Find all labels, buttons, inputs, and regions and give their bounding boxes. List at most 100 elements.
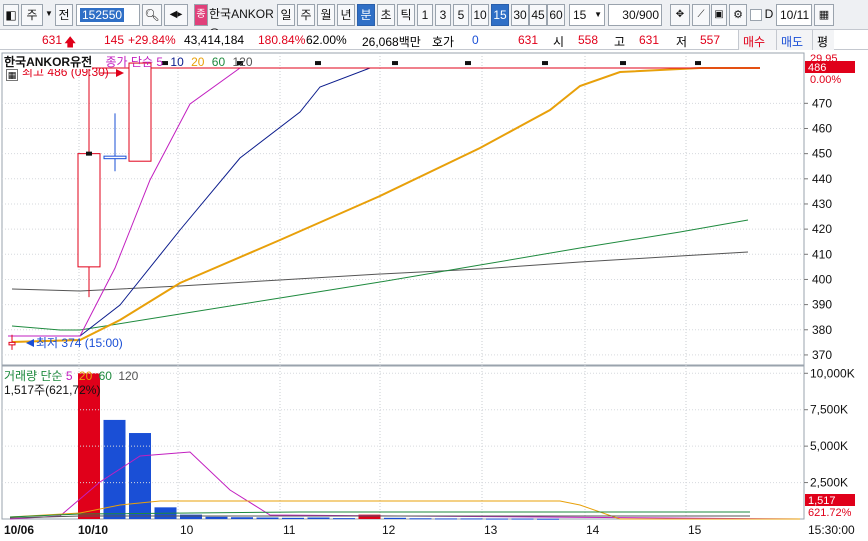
candle-close-marker — [86, 151, 92, 156]
stock-code-input[interactable]: 152550 — [76, 4, 140, 26]
interval-tab-year-label: 년 — [340, 8, 352, 22]
price-tick-label: 430 — [812, 197, 832, 211]
panel-toggle-icon[interactable]: ◧ — [3, 4, 19, 26]
count-max: /900 — [635, 8, 659, 22]
minute-button-1[interactable]: 1 — [417, 4, 433, 26]
minute-button-15-label: 15 — [493, 8, 507, 22]
price-change: 145 — [104, 33, 125, 47]
volume-bar — [511, 518, 534, 520]
candle-body — [8, 341, 16, 346]
grid-toggle-icon[interactable]: ▦ — [6, 69, 18, 81]
d-checkbox[interactable] — [750, 9, 762, 21]
candle-body — [695, 61, 701, 66]
date-input[interactable]: 10/11 — [776, 4, 812, 26]
volume-bar — [384, 517, 406, 519]
count-input[interactable]: 30/900 — [608, 4, 662, 26]
interval-tab-second[interactable]: 초 — [377, 4, 395, 26]
x-axis-labels: 10/06 10/10 10 11 12 13 14 15 — [4, 523, 702, 537]
price-legend-ma60: 60 — [211, 55, 226, 69]
interval-tab-month-label: 월 — [320, 8, 332, 22]
period-tab-week-label: 주 — [26, 8, 38, 22]
minute-button-10[interactable]: 10 — [471, 4, 489, 26]
volume-bar — [435, 518, 457, 520]
volume-tick-label: 10,000K — [810, 366, 855, 380]
minute-button-5[interactable]: 5 — [453, 4, 469, 26]
price-tick-label: 440 — [812, 172, 832, 186]
calendar-icon[interactable]: ▦ — [814, 4, 834, 26]
price-change-pct: +29.84% — [128, 33, 176, 47]
hoga-value: 0 — [472, 33, 479, 47]
interval-tab-second-label: 초 — [380, 8, 392, 22]
x-axis-label: 10/10 — [78, 523, 108, 537]
price-info-bar: 631 🡅 145 +29.84% 43,414,184 180.84% 62.… — [0, 30, 868, 50]
interval-tab-day[interactable]: 일 — [277, 4, 295, 26]
x-axis-label: 14 — [586, 523, 600, 537]
stock-name: 한국ANKOR유 — [209, 4, 275, 41]
volume-tick-label: 7,500K — [810, 403, 848, 417]
price-legend: 한국ANKOR유전 종가 단순 5 10 20 60 120 — [4, 53, 253, 70]
minute-button-60[interactable]: 60 — [547, 4, 565, 26]
interval-tab-year[interactable]: 년 — [337, 4, 355, 26]
right-pct: 0.00% — [810, 74, 841, 86]
minute-button-3[interactable]: 3 — [435, 4, 451, 26]
price-tick-label: 460 — [812, 121, 832, 135]
volume-tick-label: 5,000K — [810, 439, 848, 453]
avg-button[interactable]: 평 — [812, 30, 834, 50]
candle-body — [128, 62, 152, 162]
candle-body — [315, 61, 321, 66]
price-legend-name: 종가 단순 — [105, 55, 154, 69]
crosshair-icon[interactable]: ✥ — [670, 4, 690, 26]
x-axis-label: 13 — [484, 523, 498, 537]
price-tick-label: 390 — [812, 298, 832, 312]
interval-tab-minute-label: 분 — [360, 8, 372, 22]
stock-badge-icon: 종 — [194, 4, 208, 26]
minute-button-15[interactable]: 15 — [491, 4, 509, 26]
interval-tab-week[interactable]: 주 — [297, 4, 315, 26]
candle-body — [465, 61, 471, 66]
dropdown-arrow-icon[interactable]: ▼ — [45, 4, 53, 26]
minute-button-30[interactable]: 30 — [511, 4, 529, 26]
interval-tab-tick[interactable]: 틱 — [397, 4, 415, 26]
volume-badge-text: 1,517 — [808, 495, 836, 507]
hoga-label: 호가 — [432, 35, 455, 49]
volume-bar — [460, 518, 483, 520]
period-tab-week[interactable]: 주 — [21, 4, 43, 26]
date-value: 10/11 — [780, 8, 810, 22]
minute-button-5-label: 5 — [457, 8, 465, 22]
trade-amount: 26,068백만 — [362, 35, 421, 49]
volume-bar — [256, 517, 279, 519]
chart-area[interactable]: 470 460 450 440 430 420 410 400 390 380 370 10,000… — [0, 51, 868, 541]
x-axis-time: 15:30:00 — [808, 523, 855, 537]
chart-canvas[interactable]: 470 460 450 440 430 420 410 400 390 380 370 10,000… — [0, 51, 868, 541]
save-icon[interactable]: ▣ — [711, 4, 727, 26]
price-tick-label: 380 — [812, 323, 832, 337]
high-label: 고 — [614, 35, 626, 49]
price-legend-ma10: 10 — [170, 55, 184, 69]
d-label-text: D — [764, 7, 774, 21]
minute-button-45[interactable]: 45 — [529, 4, 547, 26]
sell-button[interactable]: 매도 — [776, 30, 812, 50]
volume-bar — [282, 517, 304, 519]
low-annotation: 최저 374 (15:00) — [36, 336, 123, 350]
search-icon[interactable]: 🔍︎ — [142, 4, 162, 26]
current-price: 631 — [42, 33, 63, 47]
line-tool-icon[interactable]: ⟋ — [692, 4, 710, 26]
minute-button-60-label: 60 — [549, 8, 563, 22]
price-tick-label: 400 — [812, 272, 832, 286]
gear-icon[interactable]: ⚙ — [729, 4, 747, 26]
minute-select[interactable]: 15 ▼ — [569, 4, 605, 26]
period-tab-prev[interactable]: 전 — [55, 4, 73, 26]
low-value: 557 — [700, 33, 721, 47]
interval-tab-month[interactable]: 월 — [317, 4, 335, 26]
volume-legend-ma120: 120 — [118, 369, 139, 383]
candle-body — [77, 153, 101, 268]
interval-tab-minute[interactable]: 분 — [357, 4, 375, 26]
volume-value-note: 1,517주(621,72%) — [4, 383, 101, 397]
speaker-icon[interactable]: ◀▸ — [164, 4, 188, 26]
volume-bar — [307, 517, 330, 519]
price-tick-label: 370 — [812, 348, 832, 362]
price-legend-ma120: 120 — [232, 55, 253, 69]
volume-bar — [333, 518, 355, 520]
price-tick-label: 450 — [812, 147, 832, 161]
buy-button[interactable]: 매수 — [738, 30, 776, 50]
